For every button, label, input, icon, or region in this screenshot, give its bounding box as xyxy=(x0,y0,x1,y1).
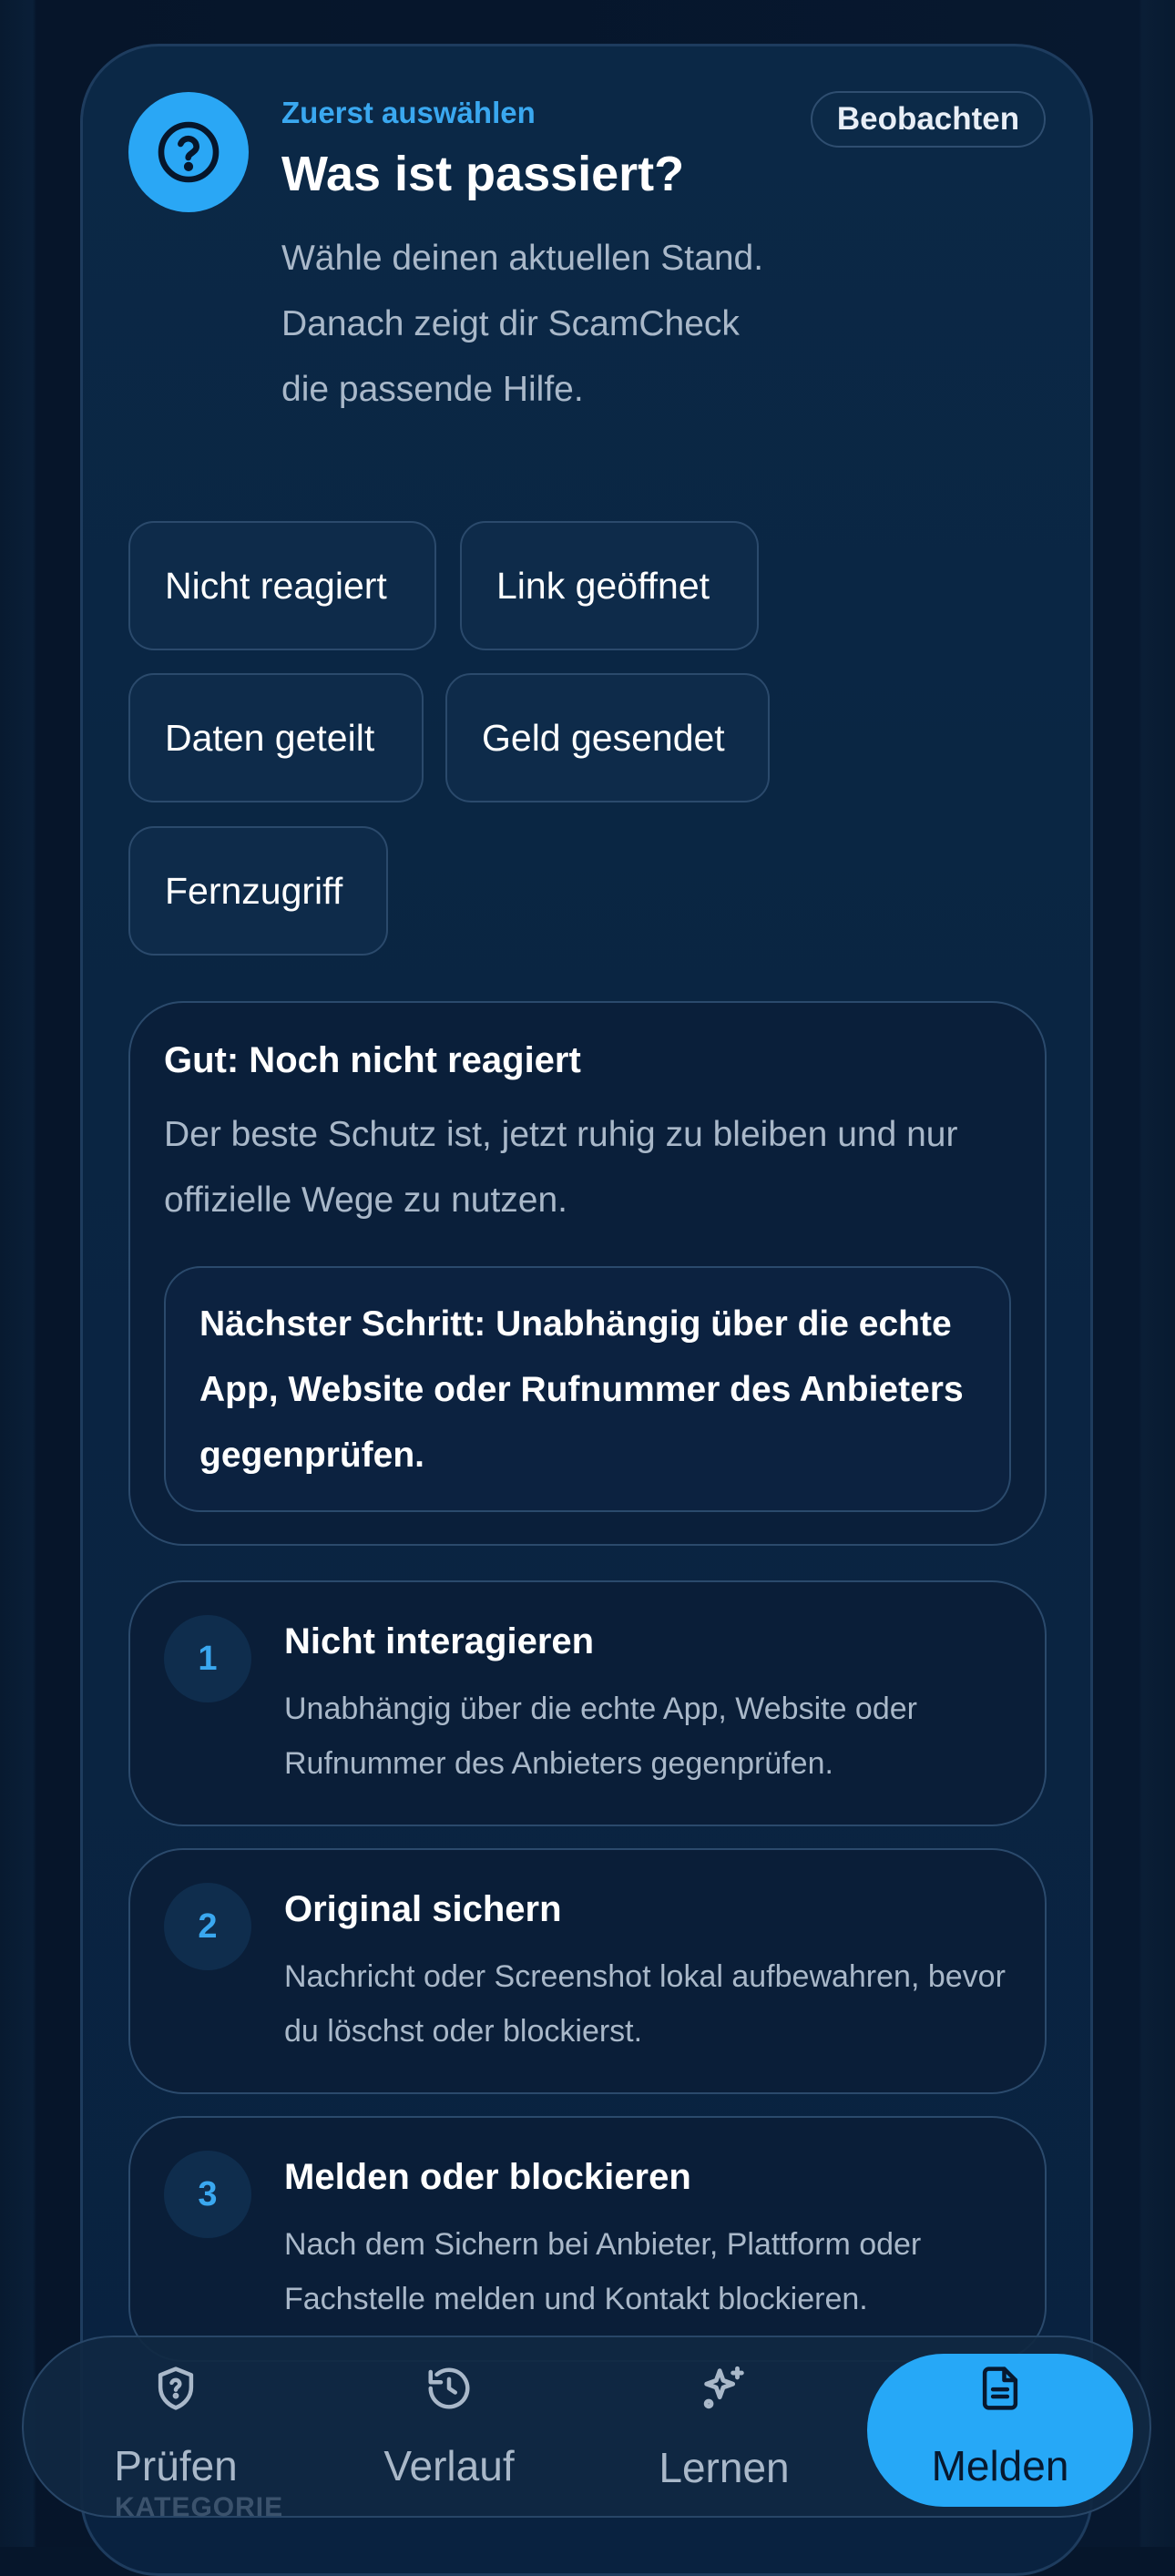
shield-question-icon xyxy=(151,2364,200,2418)
sparkles-icon xyxy=(698,2362,751,2419)
status-title: Gut: Noch nicht reagiert xyxy=(164,1040,581,1080)
page-title: Was ist passiert? xyxy=(281,147,685,201)
option-geld-gesendet[interactable]: Geld gesendet xyxy=(445,673,770,802)
option-nicht-reagiert[interactable]: Nicht reagiert xyxy=(128,521,436,650)
step-text: Nachricht oder Screenshot lokal aufbewah… xyxy=(284,1959,1006,2049)
page-subtitle: Wähle deinen aktuellen Stand. Danach zei… xyxy=(281,239,764,409)
nav-item-verlauf[interactable]: Verlauf xyxy=(317,2336,581,2518)
step-text: Nach dem Sichern bei Anbieter, Plattform… xyxy=(284,2227,922,2316)
nav-label: Prüfen xyxy=(114,2441,238,2489)
step-text: Unabhängig über die echte App, Website o… xyxy=(284,1692,917,1781)
observe-button[interactable]: Beobachten xyxy=(811,91,1046,148)
step-number: 1 xyxy=(164,1615,251,1702)
status-text: Der beste Schutz ist, jetzt ruhig zu ble… xyxy=(164,1115,958,1220)
option-link-geoeffnet[interactable]: Link geöffnet xyxy=(460,521,759,650)
step-title: Melden oder blockieren xyxy=(284,2157,691,2197)
option-daten-geteilt[interactable]: Daten geteilt xyxy=(128,673,424,802)
nav-label: Lernen xyxy=(659,2443,790,2491)
step-title: Original sichern xyxy=(284,1889,562,1929)
nav-label: Verlauf xyxy=(383,2441,515,2489)
history-icon xyxy=(424,2364,474,2418)
help-circle-icon xyxy=(128,92,249,212)
nav-label: Melden xyxy=(931,2441,1069,2489)
step-number: 2 xyxy=(164,1883,251,1970)
next-step-text: Nächster Schritt: Unabhängig über die ec… xyxy=(199,1304,964,1475)
nav-item-lernen[interactable]: Lernen xyxy=(592,2336,856,2518)
document-icon xyxy=(976,2364,1025,2418)
step-number: 3 xyxy=(164,2151,251,2238)
option-fernzugriff[interactable]: Fernzugriff xyxy=(128,826,388,956)
step-title: Nicht interagieren xyxy=(284,1621,595,1661)
nav-item-melden[interactable]: Melden xyxy=(867,2336,1133,2518)
nav-item-pruefen[interactable]: Prüfen xyxy=(44,2336,308,2518)
eyebrow-label: Zuerst auswählen xyxy=(281,96,536,129)
